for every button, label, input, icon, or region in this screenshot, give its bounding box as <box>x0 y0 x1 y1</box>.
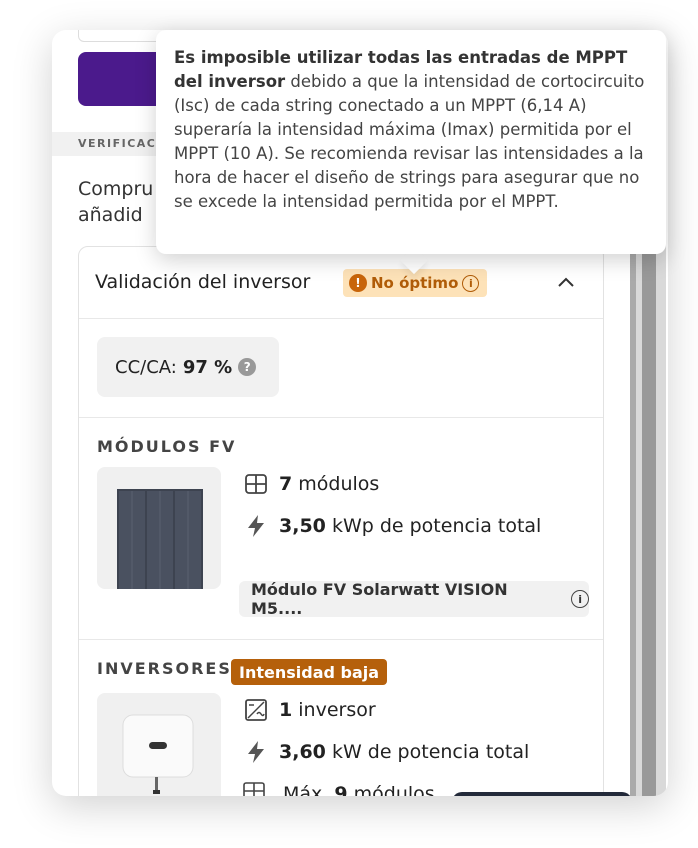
modules-count-row: 7 módulos <box>243 471 379 497</box>
inverters-count: 1 <box>279 699 293 721</box>
bottom-action-button[interactable] <box>452 792 632 796</box>
inverters-count-row: 1 inversor <box>243 697 376 723</box>
status-badge-label: No óptimo <box>371 274 459 292</box>
modules-power-value: 3,50 <box>279 515 326 537</box>
lightning-icon <box>243 739 269 765</box>
lightning-icon <box>243 513 269 539</box>
module-model-chip[interactable]: Módulo FV Solarwatt VISION M5.... i <box>239 580 589 618</box>
solar-panel-icon <box>117 489 203 589</box>
help-icon[interactable]: ? <box>238 358 257 376</box>
info-icon[interactable]: i <box>571 590 589 608</box>
warning-icon: ! <box>349 274 367 292</box>
module-model-name: Módulo FV Solarwatt VISION M5.... <box>251 580 508 618</box>
divider <box>79 417 603 418</box>
section-label: VERIFICACI <box>78 137 162 150</box>
solar-module-image <box>97 467 221 589</box>
card-header[interactable]: Validación del inversor ! No óptimo i <box>79 247 603 319</box>
inverters-power-value: 3,60 <box>279 741 326 763</box>
scrollbar-thumb[interactable] <box>642 230 656 796</box>
status-badge[interactable]: ! No óptimo i <box>343 269 488 297</box>
inverters-count-unit: inversor <box>298 699 376 721</box>
max-prefix: Máx. <box>283 783 329 796</box>
inverters-power-row: 3,60 kW de potencia total <box>243 739 529 765</box>
modules-section-title: MÓDULOS FV <box>97 437 237 456</box>
grid-max-icon: max <box>243 781 277 796</box>
max-modules-value: 9 <box>334 783 348 796</box>
inverters-power-unit: kW de potencia total <box>331 741 530 763</box>
inverter-icon <box>243 697 269 723</box>
scrollbar[interactable] <box>630 230 666 796</box>
max-icon-label: max <box>247 794 273 796</box>
low-intensity-badge: Intensidad baja <box>231 659 388 685</box>
max-modules-unit: módulos <box>353 783 435 796</box>
dc-ac-ratio-chip: CC/CA: 97 % ? <box>97 337 279 397</box>
info-icon[interactable]: i <box>462 274 480 292</box>
ratio-label: CC/CA: <box>115 356 177 378</box>
inverters-section-title: INVERSORES <box>97 659 232 678</box>
modules-count: 7 <box>279 473 293 495</box>
card-title: Validación del inversor <box>95 271 311 293</box>
inverter-validation-card: Validación del inversor ! No óptimo i CC… <box>78 246 604 796</box>
modules-power-row: 3,50 kWp de potencia total <box>243 513 541 539</box>
scrollbar-track <box>630 230 636 796</box>
chevron-up-icon[interactable] <box>555 271 577 293</box>
divider <box>79 639 603 640</box>
ratio-value: 97 % <box>182 356 233 378</box>
modules-power-unit: kWp de potencia total <box>331 515 542 537</box>
mppt-warning-tooltip: Es imposible utilizar todas las entradas… <box>156 30 666 254</box>
max-modules-row: max Máx. 9 módulos <box>243 781 435 796</box>
tooltip-body-text: debido a que la intensidad de cortocircu… <box>174 72 645 211</box>
grid-icon <box>243 471 269 497</box>
inverter-image <box>97 693 221 796</box>
inverter-device-icon <box>122 714 194 794</box>
modules-count-unit: módulos <box>298 473 380 495</box>
